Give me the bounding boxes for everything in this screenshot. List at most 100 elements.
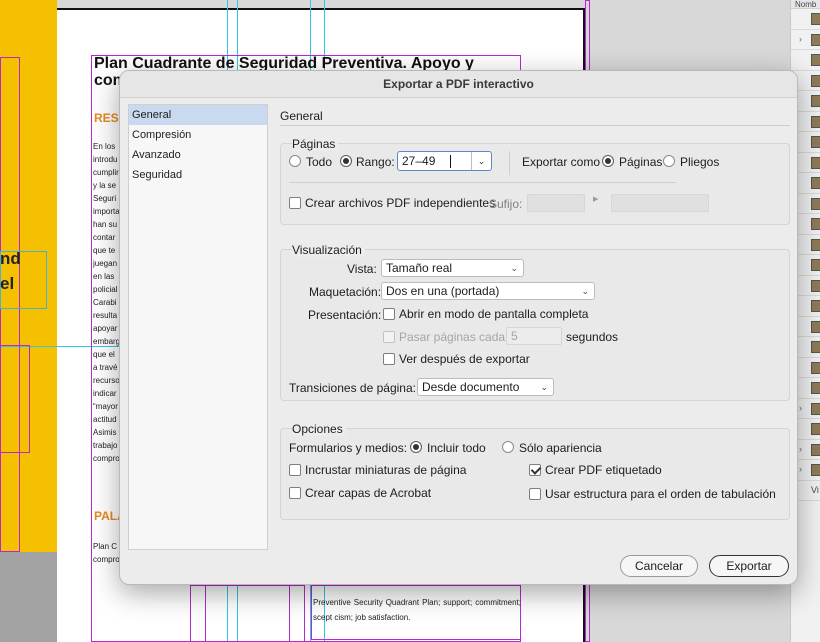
maquetacion-value: Dos en una (portada) xyxy=(386,284,500,298)
cancel-button[interactable]: Cancelar xyxy=(620,555,698,577)
ver-despues-checkbox[interactable] xyxy=(383,353,395,365)
text-caret xyxy=(450,155,451,168)
page-thumbnail xyxy=(811,33,820,46)
page-thumbnail xyxy=(811,361,820,374)
maquetacion-label: Maquetación: xyxy=(309,285,382,299)
rango-label: Rango: xyxy=(356,155,395,169)
crear-independientes-checkbox[interactable] xyxy=(289,197,301,209)
incluir-todo-label: Incluir todo xyxy=(427,441,486,455)
page-thumbnail xyxy=(811,382,820,394)
page-thumbnail xyxy=(811,279,820,292)
chevron-down-icon: ⌄ xyxy=(581,286,589,296)
export-pdf-dialog: Exportar a PDF interactivo General Compr… xyxy=(119,70,798,585)
pliegos-label: Pliegos xyxy=(680,155,720,169)
nav-item-general[interactable]: General xyxy=(129,105,267,125)
transiciones-label: Transiciones de página: xyxy=(289,381,416,395)
text-frame xyxy=(0,345,30,453)
page-thumbnail xyxy=(811,13,820,25)
separator xyxy=(289,182,676,183)
sufijo-field[interactable] xyxy=(527,194,585,212)
chevron-right-icon[interactable]: › xyxy=(799,34,802,44)
formularios-label: Formularios y medios: xyxy=(289,441,408,455)
panel-bottom-label: Vi xyxy=(811,484,819,495)
arrow-right-icon: ▶ xyxy=(593,196,599,203)
panel-header: Nomb xyxy=(791,0,820,9)
pasar-paginas-checkbox[interactable] xyxy=(383,331,395,343)
pasar-paginas-field[interactable]: 5 xyxy=(506,327,562,345)
transiciones-select[interactable]: Desde documento ⌄ xyxy=(417,378,554,396)
dialog-title: Exportar a PDF interactivo xyxy=(120,71,797,98)
sufijo-preview-field xyxy=(611,194,709,212)
sufijo-label: Sufijo: xyxy=(489,197,523,211)
solo-apariencia-radio[interactable] xyxy=(502,441,514,453)
panel-row[interactable] xyxy=(791,9,820,30)
page-thumbnail xyxy=(811,95,820,107)
page-thumbnail xyxy=(811,238,820,251)
page-thumbnail xyxy=(811,464,820,476)
exportar-como-label: Exportar como xyxy=(522,155,601,169)
page-thumbnail xyxy=(811,423,820,435)
document-keywords: Preventive Security Quadrant Plan; suppo… xyxy=(313,598,521,622)
pantalla-completa-checkbox[interactable] xyxy=(383,308,395,320)
document-heading-resumen: RES xyxy=(94,111,119,125)
incluir-todo-radio[interactable] xyxy=(410,441,422,453)
chevron-down-icon: ⌄ xyxy=(510,263,518,273)
paginas-option-label: Páginas xyxy=(619,155,663,169)
section-divider xyxy=(280,125,790,126)
page-thumbnail xyxy=(811,115,820,128)
section-title: General xyxy=(280,109,323,123)
group-label-opciones: Opciones xyxy=(292,422,346,436)
group-label-visualizacion: Visualización xyxy=(292,243,365,257)
segundos-label: segundos xyxy=(566,330,619,344)
pasar-paginas-label: Pasar páginas cada: xyxy=(399,330,509,344)
crear-independientes-label: Crear archivos PDF independientes xyxy=(305,196,496,210)
crear-capas-checkbox[interactable] xyxy=(289,487,301,499)
group-label-paginas: Páginas xyxy=(292,137,339,151)
separator xyxy=(509,151,510,175)
text-frame xyxy=(205,585,290,642)
todo-label: Todo xyxy=(306,155,333,169)
nav-item-seguridad[interactable]: Seguridad xyxy=(129,165,267,185)
page-thumbnail xyxy=(811,443,820,456)
page-thumbnail xyxy=(811,54,820,66)
crear-capas-label: Crear capas de Acrobat xyxy=(305,486,432,500)
chevron-right-icon[interactable]: › xyxy=(799,444,802,454)
incrustar-miniaturas-label: Incrustar miniaturas de página xyxy=(305,463,467,477)
chevron-right-icon[interactable]: › xyxy=(799,464,802,474)
crear-etiquetado-label: Crear PDF etiquetado xyxy=(545,463,662,477)
page-thumbnail xyxy=(811,197,820,210)
page-thumbnail xyxy=(811,136,820,148)
category-list: General Compresión Avanzado Seguridad xyxy=(128,104,268,550)
incrustar-miniaturas-checkbox[interactable] xyxy=(289,464,301,476)
paginas-radio[interactable] xyxy=(602,155,614,167)
rango-combobox[interactable]: 27–49 ⌄ xyxy=(397,151,492,171)
todo-radio[interactable] xyxy=(289,155,301,167)
vista-label: Vista: xyxy=(347,262,377,276)
rango-radio[interactable] xyxy=(340,155,352,167)
nav-item-avanzado[interactable]: Avanzado xyxy=(129,145,267,165)
rango-value: 27–49 xyxy=(402,154,436,168)
panel-row[interactable] xyxy=(791,50,820,71)
panel-row[interactable]: › xyxy=(791,30,820,50)
page-thumbnail xyxy=(811,259,820,271)
solo-apariencia-label: Sólo apariencia xyxy=(519,441,602,455)
page-thumbnail xyxy=(811,341,820,353)
left-page-text: el xyxy=(0,274,15,293)
chevron-right-icon[interactable]: › xyxy=(799,403,802,413)
usar-estructura-checkbox[interactable] xyxy=(529,488,541,500)
transiciones-value: Desde documento xyxy=(422,380,520,394)
vista-select[interactable]: Tamaño real ⌄ xyxy=(381,259,524,277)
pliegos-radio[interactable] xyxy=(663,155,675,167)
grey-page-area xyxy=(0,552,57,642)
nav-item-compresion[interactable]: Compresión xyxy=(129,125,267,145)
crear-etiquetado-checkbox[interactable] xyxy=(529,464,541,476)
page-thumbnail xyxy=(811,402,820,415)
chevron-down-icon[interactable]: ⌄ xyxy=(471,152,491,170)
left-page-text: nd xyxy=(0,249,21,268)
page-thumbnail xyxy=(811,218,820,230)
export-button[interactable]: Exportar xyxy=(709,555,789,577)
usar-estructura-label: Usar estructura para el orden de tabulac… xyxy=(545,487,776,501)
maquetacion-select[interactable]: Dos en una (portada) ⌄ xyxy=(381,282,595,300)
ver-despues-label: Ver después de exportar xyxy=(399,352,530,366)
page-thumbnail xyxy=(811,177,820,189)
